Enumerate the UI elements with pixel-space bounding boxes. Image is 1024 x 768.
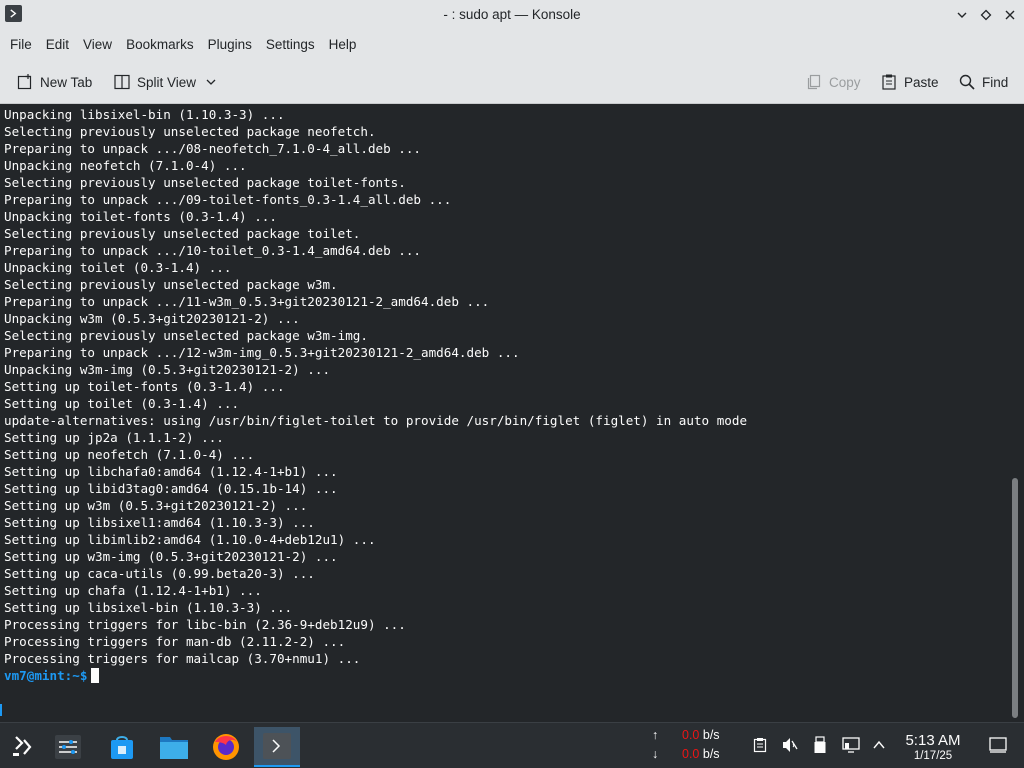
- maximize-icon[interactable]: [975, 5, 997, 25]
- usb-device-icon[interactable]: [810, 735, 830, 755]
- terminal-line: Preparing to unpack .../12-w3m-img_0.5.3…: [4, 345, 520, 360]
- network-upload-unit: b/s: [702, 728, 720, 742]
- tray-expand-chevron-icon[interactable]: [869, 735, 889, 755]
- terminal-line: Setting up libsixel1:amd64 (1.10.3-3) ..…: [4, 515, 315, 530]
- app-launcher-icon[interactable]: [0, 727, 46, 767]
- paste-button[interactable]: Paste: [880, 68, 939, 96]
- terminal-cursor: [91, 668, 100, 683]
- search-icon: [959, 74, 975, 90]
- terminal-line: Unpacking neofetch (7.1.0-4) ...: [4, 158, 247, 173]
- window-title: - : sudo apt — Konsole: [443, 7, 581, 22]
- copy-button[interactable]: Copy: [805, 68, 861, 96]
- paste-label: Paste: [904, 74, 939, 90]
- terminal-line: update-alternatives: using /usr/bin/figl…: [4, 413, 748, 428]
- terminal-line: Selecting previously unselected package …: [4, 226, 361, 241]
- terminal-scrollbar[interactable]: [1012, 478, 1018, 718]
- system-settings-icon[interactable]: [45, 727, 91, 767]
- split-view-dropdown-chevron-icon[interactable]: [205, 68, 223, 96]
- terminal-edge-marker: [0, 704, 2, 716]
- terminal-line: Unpacking libsixel-bin (1.10.3-3) ...: [4, 107, 285, 122]
- network-download-value: 0.0: [682, 747, 700, 761]
- network-connection-icon[interactable]: [841, 735, 861, 755]
- terminal-line: Selecting previously unselected package …: [4, 328, 368, 343]
- terminal-line: Preparing to unpack .../11-w3m_0.5.3+git…: [4, 294, 490, 309]
- menu-bookmarks[interactable]: Bookmarks: [119, 32, 201, 58]
- menu-edit[interactable]: Edit: [39, 32, 76, 58]
- prompt-path: :~$: [64, 668, 88, 683]
- terminal-line: Preparing to unpack .../09-toilet-fonts_…: [4, 192, 452, 207]
- find-button[interactable]: Find: [958, 68, 1008, 96]
- network-download-speed[interactable]: 0.0 b/s: [682, 747, 720, 761]
- terminal-line: Unpacking toilet-fonts (0.3-1.4) ...: [4, 209, 277, 224]
- terminal-line: Setting up w3m (0.5.3+git20230121-2) ...: [4, 498, 308, 513]
- terminal-line: Unpacking w3m-img (0.5.3+git20230121-2) …: [4, 362, 331, 377]
- discover-store-icon[interactable]: [99, 727, 145, 767]
- terminal-line: Setting up neofetch (7.1.0-4) ...: [4, 447, 255, 462]
- network-upload-arrow: ↑: [652, 728, 659, 742]
- menu-help[interactable]: Help: [322, 32, 364, 58]
- taskbar: ↑ ↓ 0.0 b/s 0.0 b/s 5:13 AM 1/17/25: [0, 722, 1024, 768]
- clipboard-icon[interactable]: [750, 735, 770, 755]
- terminal-line: Processing triggers for libc-bin (2.36-9…: [4, 617, 406, 632]
- terminal-line: Unpacking w3m (0.5.3+git20230121-2) ...: [4, 311, 300, 326]
- new-tab-button[interactable]: New Tab: [16, 68, 92, 96]
- show-desktop-icon[interactable]: [988, 735, 1008, 755]
- terminal-line: Unpacking toilet (0.3-1.4) ...: [4, 260, 232, 275]
- terminal-line: Preparing to unpack .../10-toilet_0.3-1.…: [4, 243, 422, 258]
- new-tab-label: New Tab: [40, 74, 93, 90]
- copy-label: Copy: [829, 74, 861, 90]
- clock-time[interactable]: 5:13 AM: [896, 732, 970, 749]
- terminal-line: Setting up caca-utils (0.99.beta20-3) ..…: [4, 566, 315, 581]
- copy-icon: [807, 74, 821, 90]
- terminal-line: Preparing to unpack .../08-neofetch_7.1.…: [4, 141, 422, 156]
- terminal-line: Setting up toilet-fonts (0.3-1.4) ...: [4, 379, 285, 394]
- firefox-icon[interactable]: [203, 727, 249, 767]
- find-label: Find: [982, 74, 1009, 90]
- title-bar: - : sudo apt — Konsole: [0, 0, 1024, 30]
- menu-file[interactable]: File: [3, 32, 39, 58]
- terminal-output: Unpacking libsixel-bin (1.10.3-3) ... Sel…: [4, 106, 747, 684]
- terminal-line: Setting up w3m-img (0.5.3+git20230121-2)…: [4, 549, 338, 564]
- minimize-icon[interactable]: [951, 5, 973, 25]
- terminal-line: Selecting previously unselected package …: [4, 124, 376, 139]
- terminal-prompt-line[interactable]: vm7@mint:~$: [4, 667, 747, 684]
- paste-icon: [882, 74, 896, 90]
- split-view-button[interactable]: Split View: [113, 68, 196, 96]
- network-upload-speed[interactable]: 0.0 b/s: [682, 728, 720, 742]
- menu-view[interactable]: View: [76, 32, 119, 58]
- terminal-line: Setting up chafa (1.12.4-1+b1) ...: [4, 583, 262, 598]
- terminal-line: Processing triggers for mailcap (3.70+nm…: [4, 651, 361, 666]
- konsole-taskbar-icon[interactable]: [254, 727, 300, 767]
- terminal-line: Setting up toilet (0.3-1.4) ...: [4, 396, 240, 411]
- menu-settings[interactable]: Settings: [259, 32, 322, 58]
- terminal-line: Setting up libid3tag0:amd64 (0.15.1b-14)…: [4, 481, 338, 496]
- menu-bar: File Edit View Bookmarks Plugins Setting…: [0, 30, 1024, 59]
- split-view-label: Split View: [137, 74, 197, 90]
- prompt-user-host: vm7@mint: [4, 668, 65, 683]
- terminal-line: Selecting previously unselected package …: [4, 277, 338, 292]
- network-download-unit: b/s: [702, 747, 720, 761]
- terminal-line: Setting up jp2a (1.1.1-2) ...: [4, 430, 224, 445]
- split-view-icon: [114, 74, 130, 90]
- volume-muted-icon[interactable]: [780, 735, 800, 755]
- new-tab-icon: [17, 74, 32, 90]
- terminal-line: Setting up libchafa0:amd64 (1.12.4-1+b1)…: [4, 464, 338, 479]
- close-icon[interactable]: [999, 5, 1021, 25]
- terminal-line: Selecting previously unselected package …: [4, 175, 406, 190]
- clock-date[interactable]: 1/17/25: [896, 750, 970, 762]
- toolbar: New Tab Split View Copy Paste Find: [0, 59, 1024, 104]
- network-upload-value: 0.0: [682, 728, 700, 742]
- terminal-view[interactable]: Unpacking libsixel-bin (1.10.3-3) ... Sel…: [0, 104, 1024, 722]
- terminal-line: Setting up libsixel-bin (1.10.3-3) ...: [4, 600, 293, 615]
- terminal-line: Processing triggers for man-db (2.11.2-2…: [4, 634, 346, 649]
- file-manager-icon[interactable]: [151, 727, 197, 767]
- terminal-line: Setting up libimlib2:amd64 (1.10.0-4+deb…: [4, 532, 376, 547]
- menu-plugins[interactable]: Plugins: [201, 32, 259, 58]
- network-download-arrow: ↓: [652, 747, 659, 761]
